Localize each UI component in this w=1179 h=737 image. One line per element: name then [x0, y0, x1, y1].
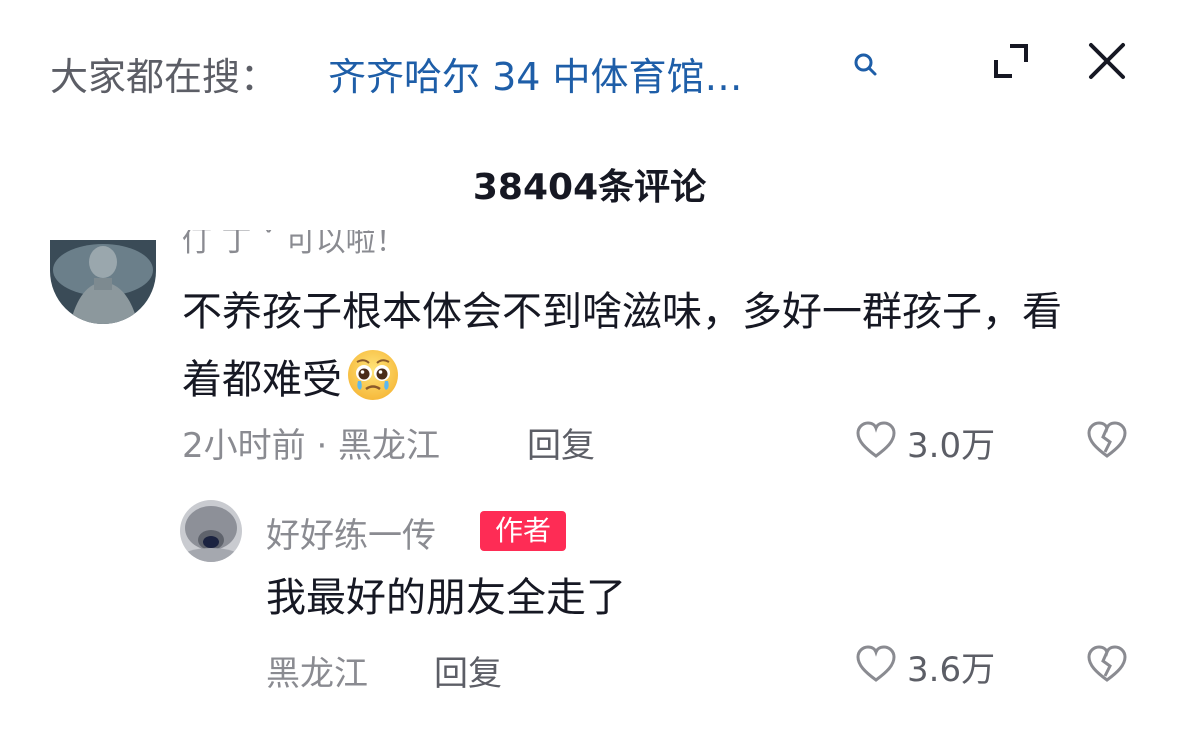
heart-outline-icon: [856, 421, 896, 458]
search-icon[interactable]: [851, 50, 881, 80]
like-count: 3.0万: [907, 426, 996, 466]
avatar[interactable]: [50, 240, 156, 324]
broken-heart-icon[interactable]: [1086, 420, 1128, 460]
author-badge: 作者: [480, 511, 566, 551]
broken-heart-icon[interactable]: [1086, 644, 1128, 684]
pleading-face-emoji-icon: [348, 350, 398, 400]
reply-reply-button[interactable]: 回复: [434, 646, 502, 695]
search-prefix-label: 大家都在搜：: [50, 55, 279, 99]
reply-like-count: 3.6万: [907, 650, 996, 690]
top-bar: 大家都在搜： 齐齐哈尔 34 中体育馆…: [0, 0, 1179, 145]
reply-username[interactable]: 好好练一传: [266, 508, 436, 557]
trending-search-link[interactable]: 齐齐哈尔 34 中体育馆…: [328, 46, 743, 101]
cut-off-username: 仃 丁 ˇ 可以啦！: [182, 230, 406, 254]
close-icon[interactable]: [1086, 40, 1128, 82]
heart-outline-icon: [856, 645, 896, 682]
comment-text: 不养孩子根本体会不到啥滋味，多好一群孩子，看着都难受: [182, 278, 1082, 414]
reply-button[interactable]: 回复: [527, 418, 595, 467]
comment-meta: 2小时前 · 黑龙江: [182, 426, 441, 466]
expand-icon[interactable]: [990, 40, 1032, 82]
reply-text: 我最好的朋友全走了: [266, 575, 626, 621]
comment-body: 不养孩子根本体会不到啥滋味，多好一群孩子，看着都难受: [182, 289, 1062, 403]
comment-count-title: 38404条评论: [472, 167, 707, 208]
reply-meta: 黑龙江: [266, 654, 368, 694]
reply-avatar[interactable]: [180, 500, 242, 562]
